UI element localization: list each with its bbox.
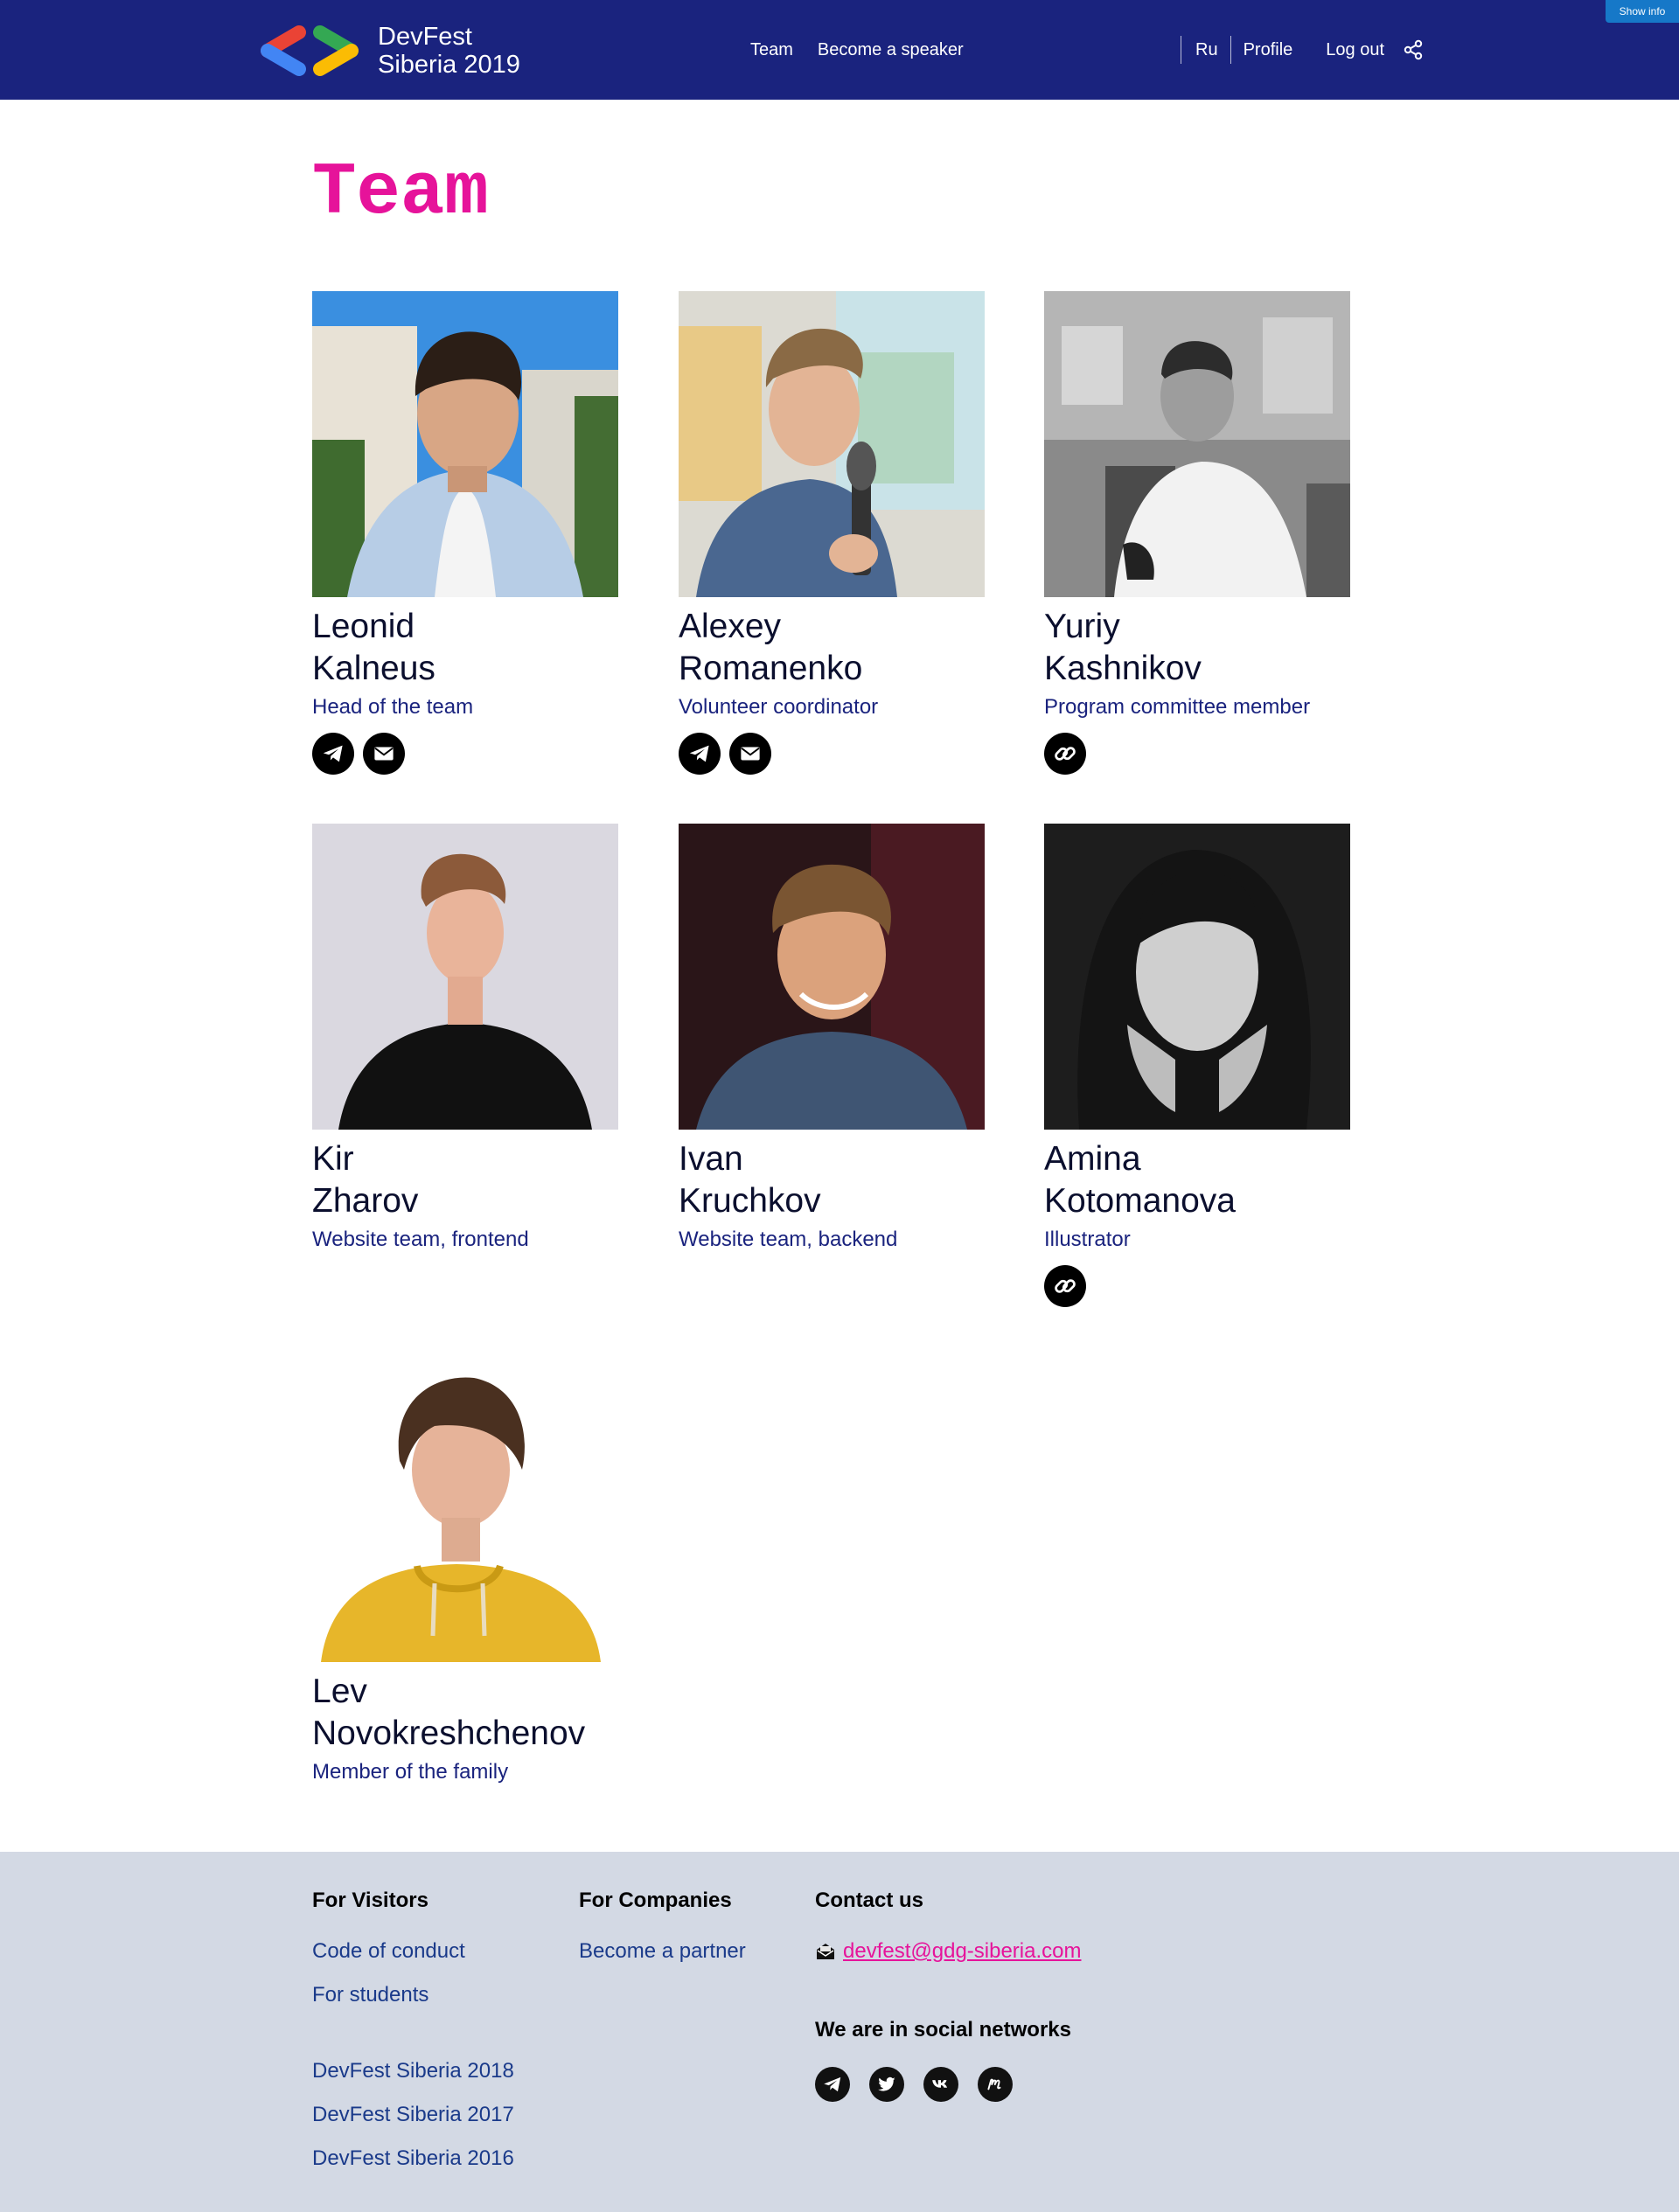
member-last-name: Kruchkov <box>679 1182 821 1220</box>
member-first-name: Alexey <box>679 608 782 645</box>
member-photo <box>679 291 985 597</box>
footer-link-devfest-2017[interactable]: DevFest Siberia 2017 <box>312 2103 514 2127</box>
footer-link-code-of-conduct[interactable]: Code of conduct <box>312 1939 465 1964</box>
link-icon[interactable] <box>1044 1265 1086 1307</box>
social-networks-heading: We are in social networks <box>815 2018 1072 2042</box>
member-role: Website team, backend <box>679 1228 898 1251</box>
member-first-name: Lev <box>312 1673 367 1710</box>
member-name: Alexey Romanenko <box>679 606 985 690</box>
member-name: Kir Zharov <box>312 1138 618 1222</box>
twitter-icon[interactable] <box>869 2067 904 2102</box>
member-name: Ivan Kruchkov <box>679 1138 985 1222</box>
site-header: Show info DevFest Siberia 2019 Team Beco… <box>0 0 1679 100</box>
logo-text: DevFest Siberia 2019 <box>378 23 520 79</box>
nav-become-speaker-link[interactable]: Become a speaker <box>818 40 964 60</box>
member-last-name: Kashnikov <box>1044 650 1202 687</box>
language-switch[interactable]: Ru <box>1181 40 1230 60</box>
member-last-name: Romanenko <box>679 650 863 687</box>
member-photo <box>679 824 985 1130</box>
page-title: Team <box>312 152 489 235</box>
vk-icon[interactable] <box>923 2067 958 2102</box>
telegram-icon[interactable] <box>312 733 354 775</box>
member-socials <box>1044 733 1350 775</box>
devfest-logo-icon <box>261 25 359 76</box>
member-last-name: Kalneus <box>312 650 435 687</box>
footer-link-devfest-2016[interactable]: DevFest Siberia 2016 <box>312 2146 514 2171</box>
mail-icon[interactable] <box>363 733 405 775</box>
account-nav: Ru Profile Log out <box>1181 0 1423 100</box>
member-role: Head of the team <box>312 695 474 719</box>
member-role: Website team, frontend <box>312 1228 529 1251</box>
member-socials <box>312 733 618 775</box>
team-member-card: Yuriy Kashnikov Program committee member <box>1044 291 1350 775</box>
member-first-name: Kir <box>312 1140 354 1178</box>
telegram-icon[interactable] <box>679 733 721 775</box>
devfest-logo[interactable]: DevFest Siberia 2019 <box>254 23 520 79</box>
link-icon[interactable] <box>1044 733 1086 775</box>
member-socials <box>1044 1265 1350 1307</box>
logo-line-2: Siberia 2019 <box>378 51 520 79</box>
contact-email-row: devfest@gdg-siberia.com <box>815 1939 1081 1964</box>
profile-link[interactable]: Profile <box>1231 40 1327 60</box>
member-first-name: Leonid <box>312 608 415 645</box>
footer-contact-heading: Contact us <box>815 1889 924 1912</box>
team-member-card: Ivan Kruchkov Website team, backend <box>679 824 985 1253</box>
member-role: Illustrator <box>1044 1228 1131 1251</box>
main-nav: Team Become a speaker <box>750 0 964 100</box>
member-photo <box>312 824 618 1130</box>
member-name: Lev Novokreshchenov <box>312 1671 618 1755</box>
team-member-card: Alexey Romanenko Volunteer coordinator <box>679 291 985 775</box>
share-icon[interactable] <box>1404 39 1423 60</box>
member-role: Member of the family <box>312 1760 509 1784</box>
member-role: Program committee member <box>1044 695 1311 719</box>
member-name: Yuriy Kashnikov <box>1044 606 1350 690</box>
member-role: Volunteer coordinator <box>679 695 879 719</box>
member-first-name: Ivan <box>679 1140 743 1178</box>
team-member-card: Leonid Kalneus Head of the team <box>312 291 618 775</box>
member-first-name: Amina <box>1044 1140 1141 1178</box>
mail-icon[interactable] <box>729 733 771 775</box>
footer-link-become-partner[interactable]: Become a partner <box>579 1939 746 1964</box>
logo-line-1: DevFest <box>378 23 472 51</box>
telegram-icon[interactable] <box>815 2067 850 2102</box>
member-last-name: Novokreshchenov <box>312 1715 586 1752</box>
member-name: Amina Kotomanova <box>1044 1138 1350 1222</box>
member-last-name: Zharov <box>312 1182 419 1220</box>
logout-link[interactable]: Log out <box>1326 40 1384 60</box>
site-footer: For Visitors Code of conduct For student… <box>0 1852 1679 2212</box>
team-member-card: Kir Zharov Website team, frontend <box>312 824 618 1253</box>
footer-link-for-students[interactable]: For students <box>312 1983 428 2007</box>
member-photo <box>312 1356 618 1662</box>
member-photo <box>1044 824 1350 1130</box>
footer-companies-heading: For Companies <box>579 1889 732 1912</box>
contact-email-link[interactable]: devfest@gdg-siberia.com <box>843 1939 1081 1964</box>
member-photo <box>312 291 618 597</box>
member-last-name: Kotomanova <box>1044 1182 1236 1220</box>
member-socials <box>679 733 985 775</box>
nav-team-link[interactable]: Team <box>750 40 793 60</box>
footer-link-devfest-2018[interactable]: DevFest Siberia 2018 <box>312 2059 514 2083</box>
meetup-icon[interactable] <box>978 2067 1013 2102</box>
show-info-button[interactable]: Show info <box>1606 0 1679 23</box>
footer-visitors-heading: For Visitors <box>312 1889 428 1912</box>
team-member-card: Amina Kotomanova Illustrator <box>1044 824 1350 1307</box>
footer-social-links <box>815 2067 1013 2102</box>
member-photo <box>1044 291 1350 597</box>
team-member-card: Lev Novokreshchenov Member of the family <box>312 1356 618 1785</box>
member-first-name: Yuriy <box>1044 608 1120 645</box>
envelope-icon <box>817 1944 834 1959</box>
member-name: Leonid Kalneus <box>312 606 618 690</box>
